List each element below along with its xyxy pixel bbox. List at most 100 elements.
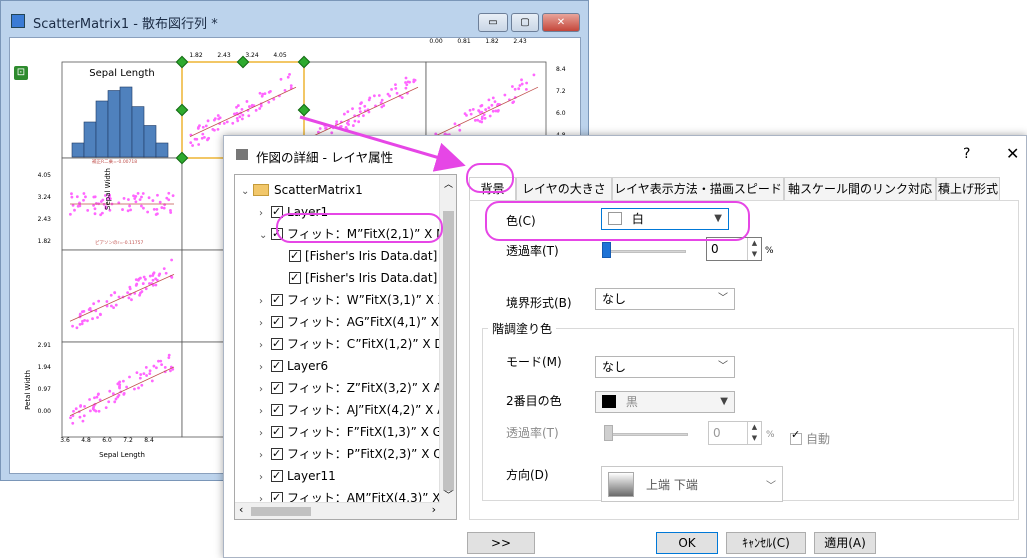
tree-checkbox[interactable] <box>271 377 283 399</box>
scatter-point <box>484 108 488 111</box>
tree-item[interactable]: [Fisher's Iris Data.dat] <box>277 267 437 289</box>
scatter-point <box>105 300 109 303</box>
ok-button[interactable]: OK <box>656 532 718 554</box>
more-button[interactable]: >> <box>467 532 535 554</box>
scatter-point <box>162 206 166 210</box>
dialog-titlebar[interactable]: 作図の詳細 - レイヤ属性 ? ✕ <box>224 136 1026 174</box>
scatter-point <box>377 94 381 97</box>
chevron-right-icon[interactable]: › <box>259 313 271 335</box>
scatter-point <box>80 322 84 326</box>
histogram-bar <box>83 121 97 158</box>
tree-item-label: フィット：W”FitX(3,1)” X X” <box>287 293 452 307</box>
tree-item[interactable]: › フィット：F”FitX(1,3)” X G” <box>259 421 448 443</box>
tree-item[interactable]: [Fisher's Iris Data.dat] <box>277 245 437 267</box>
chevron-right-icon[interactable]: › <box>259 291 271 313</box>
tree-item-label: [Fisher's Iris Data.dat] <box>305 271 438 285</box>
transparency-slider[interactable] <box>602 250 686 253</box>
y-tick-label: 2.91 <box>38 342 52 349</box>
scatter-point <box>140 204 143 208</box>
transparency2-slider[interactable] <box>604 433 688 436</box>
chevron-right-icon[interactable]: › <box>259 445 271 467</box>
tab-layer-size[interactable]: レイヤの大きさ <box>516 177 612 200</box>
scatter-point <box>248 105 251 108</box>
scatter-point <box>344 125 348 129</box>
chevron-down-icon[interactable]: ⌄ <box>259 225 271 247</box>
scroll-right-icon[interactable]: › <box>432 503 436 516</box>
auto-checkbox[interactable]: 自動 <box>790 428 830 447</box>
second-color-dropdown[interactable]: 黒 ▼ <box>595 391 735 413</box>
scatter-point <box>170 258 174 262</box>
tree-checkbox[interactable] <box>271 311 283 333</box>
chevron-down-icon[interactable]: ⌄ <box>241 181 253 203</box>
tab-stack[interactable]: 積上げ形式 <box>936 177 1000 200</box>
tree-checkbox[interactable] <box>271 465 283 487</box>
hscroll-thumb[interactable] <box>251 507 311 516</box>
tree-horizontal-scrollbar[interactable]: ‹ › <box>235 502 440 519</box>
auto-checkbox-box[interactable] <box>790 428 802 445</box>
scatter-point <box>167 353 171 357</box>
tab-axis-link[interactable]: 軸スケール間のリンク対応 <box>784 177 936 200</box>
tab-display-speed[interactable]: レイヤ表示方法・描画スピード <box>612 177 784 200</box>
scatter-point <box>171 194 175 198</box>
tree-checkbox[interactable] <box>271 443 283 465</box>
scatter-point <box>216 114 220 117</box>
tree-checkbox[interactable] <box>271 421 283 443</box>
tree-root-item[interactable]: ⌄ ScatterMatrix1 <box>241 179 363 201</box>
transparency2-input[interactable]: 0 ▲ ▼ <box>708 421 762 445</box>
chevron-right-icon[interactable]: › <box>259 335 271 357</box>
tree-checkbox[interactable] <box>289 245 301 267</box>
scatter-point <box>82 414 86 418</box>
chevron-right-icon[interactable]: › <box>259 203 271 225</box>
scatter-point <box>213 128 216 132</box>
tree-item[interactable]: › フィット：P”FitX(2,3)” X Q” <box>259 443 449 465</box>
tree-item[interactable]: › Layer6 <box>259 355 328 377</box>
border-style-dropdown[interactable]: なし ﹀ <box>595 288 735 310</box>
tree-checkbox[interactable] <box>271 333 283 355</box>
tree-checkbox[interactable] <box>271 289 283 311</box>
transparency2-slider-thumb[interactable] <box>604 425 613 441</box>
scatter-point <box>169 211 173 214</box>
transparency-label: 透過率(T) <box>506 244 559 258</box>
transparency-slider-thumb[interactable] <box>602 242 611 258</box>
dialog-close-button[interactable]: ✕ <box>1006 144 1019 163</box>
gradient-preview-icon <box>608 472 634 497</box>
scroll-up-icon[interactable]: ︿ <box>444 177 453 190</box>
scatter-point <box>491 109 495 113</box>
transparency-value: 0 <box>711 242 719 256</box>
mode-dropdown[interactable]: なし ﹀ <box>595 356 735 378</box>
spin-updown-icon[interactable]: ▲ ▼ <box>747 238 761 260</box>
tree-item[interactable]: › Layer11 <box>259 465 336 487</box>
cancel-button[interactable]: ｷｬﾝｾﾙ(C) <box>726 532 806 554</box>
help-button[interactable]: ? <box>963 146 970 162</box>
direction-dropdown[interactable]: 上端 下端 ﹀ <box>601 466 783 502</box>
apply-button[interactable]: 適用(A) <box>814 532 876 554</box>
tree-checkbox[interactable] <box>289 267 301 289</box>
histogram-title: Sepal Length <box>89 68 154 79</box>
scatter-point <box>154 277 158 281</box>
scroll-left-icon[interactable]: ‹ <box>239 503 243 516</box>
scatter-point <box>235 116 239 120</box>
tree-checkbox[interactable] <box>271 399 283 421</box>
chevron-right-icon[interactable]: › <box>259 423 271 445</box>
tree-checkbox[interactable] <box>271 355 283 377</box>
tree-item-label: フィット：F”FitX(1,3)” X G” <box>287 425 448 439</box>
tree-item[interactable]: › フィット：AJ”FitX(4,2)” X A <box>259 399 445 421</box>
chevron-right-icon[interactable]: › <box>259 357 271 379</box>
tree-item[interactable]: › フィット：Z”FitX(3,2)” X AA <box>259 377 451 399</box>
scroll-thumb[interactable] <box>443 211 454 491</box>
tree-item[interactable]: › フィット：AG”FitX(4,1)” X A <box>259 311 451 333</box>
spin-updown-icon[interactable]: ▲ ▼ <box>747 422 761 444</box>
scroll-down-icon[interactable]: ﹀ <box>444 488 453 501</box>
chevron-right-icon[interactable]: › <box>259 379 271 401</box>
chevron-right-icon[interactable]: › <box>259 467 271 489</box>
transparency2-value: 0 <box>713 426 721 440</box>
tree-item[interactable]: › フィット：W”FitX(3,1)” X X” <box>259 289 452 311</box>
scatter-point <box>88 409 92 413</box>
tree-item[interactable]: › フィット：C”FitX(1,2)” X D” <box>259 333 450 355</box>
scatter-point <box>84 195 87 199</box>
chevron-right-icon[interactable]: › <box>259 401 271 423</box>
scatter-point <box>73 208 76 212</box>
scatter-point <box>390 87 393 91</box>
scatter-point <box>144 277 147 281</box>
scatter-point <box>134 194 138 198</box>
